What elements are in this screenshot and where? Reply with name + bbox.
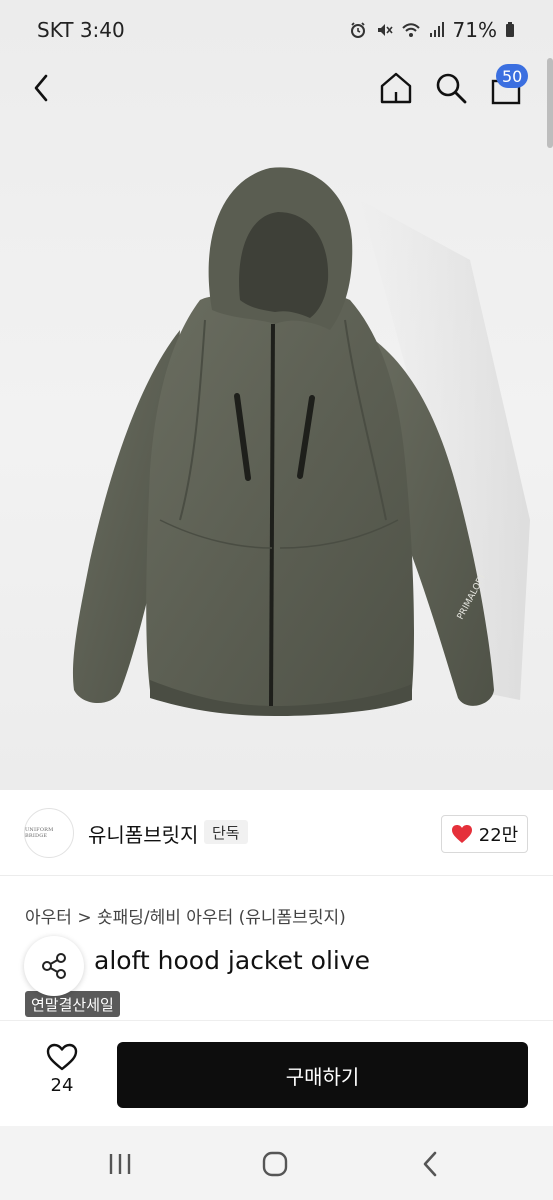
carrier-time: SKT 3:40 bbox=[37, 18, 125, 42]
cart-count-badge: 50 bbox=[496, 64, 529, 88]
wishlist-count: 24 bbox=[50, 1075, 74, 1096]
purchase-bar: 24 구매하기 bbox=[0, 1020, 553, 1126]
store-name[interactable]: 유니폼브릿지 bbox=[88, 819, 198, 848]
recent-apps-button[interactable] bbox=[100, 1148, 140, 1180]
home-icon bbox=[380, 72, 412, 104]
jacket-photo: PRIMALOFT bbox=[72, 167, 530, 716]
category-breadcrumb[interactable]: 아우터 > 숏패딩/헤비 아우터 (유니폼브릿지) bbox=[25, 903, 346, 928]
home-button[interactable] bbox=[374, 66, 418, 110]
back-system-button[interactable] bbox=[410, 1148, 450, 1180]
heart-outline-icon bbox=[46, 1043, 78, 1071]
store-like-button[interactable]: 22만 bbox=[441, 815, 528, 853]
system-nav-bar bbox=[0, 1126, 553, 1200]
chevron-left-icon bbox=[34, 74, 48, 102]
share-icon bbox=[42, 953, 66, 979]
store-logo-text: UNIFORM BRIDGE bbox=[25, 827, 54, 839]
buy-button[interactable]: 구매하기 bbox=[117, 1042, 528, 1108]
product-page: PRIMALOFT SKT 3:40 71% 50 UNIFORM BRIDGE… bbox=[0, 0, 553, 1200]
heart-filled-icon bbox=[451, 825, 472, 843]
share-button[interactable] bbox=[24, 936, 84, 996]
store-like-count: 22만 bbox=[478, 825, 519, 846]
recent-apps-icon bbox=[109, 1154, 131, 1174]
mute-icon bbox=[375, 21, 393, 39]
sale-badge: 연말결산세일 bbox=[25, 991, 120, 1017]
search-icon bbox=[436, 73, 467, 104]
product-title: aloft hood jacket olive bbox=[94, 946, 371, 975]
wifi-icon bbox=[401, 21, 421, 39]
exclusive-tag: 단독 bbox=[204, 820, 248, 844]
battery-icon bbox=[505, 22, 515, 38]
home-circle-icon bbox=[262, 1151, 288, 1177]
store-row: UNIFORM BRIDGE 유니폼브릿지 단독 22만 bbox=[0, 790, 553, 876]
product-image[interactable]: PRIMALOFT bbox=[0, 0, 553, 790]
wishlist-button[interactable]: 24 bbox=[34, 1043, 90, 1109]
top-nav: 50 bbox=[0, 60, 553, 116]
back-chevron-icon bbox=[423, 1151, 437, 1177]
home-system-button[interactable] bbox=[255, 1148, 295, 1180]
back-button[interactable] bbox=[20, 66, 64, 110]
battery-level: 71% bbox=[452, 18, 497, 42]
store-logo[interactable]: UNIFORM BRIDGE bbox=[24, 808, 74, 858]
status-bar: SKT 3:40 71% bbox=[0, 0, 553, 60]
alarm-icon bbox=[349, 21, 367, 39]
signal-icon bbox=[429, 21, 445, 39]
search-button[interactable] bbox=[429, 66, 473, 110]
